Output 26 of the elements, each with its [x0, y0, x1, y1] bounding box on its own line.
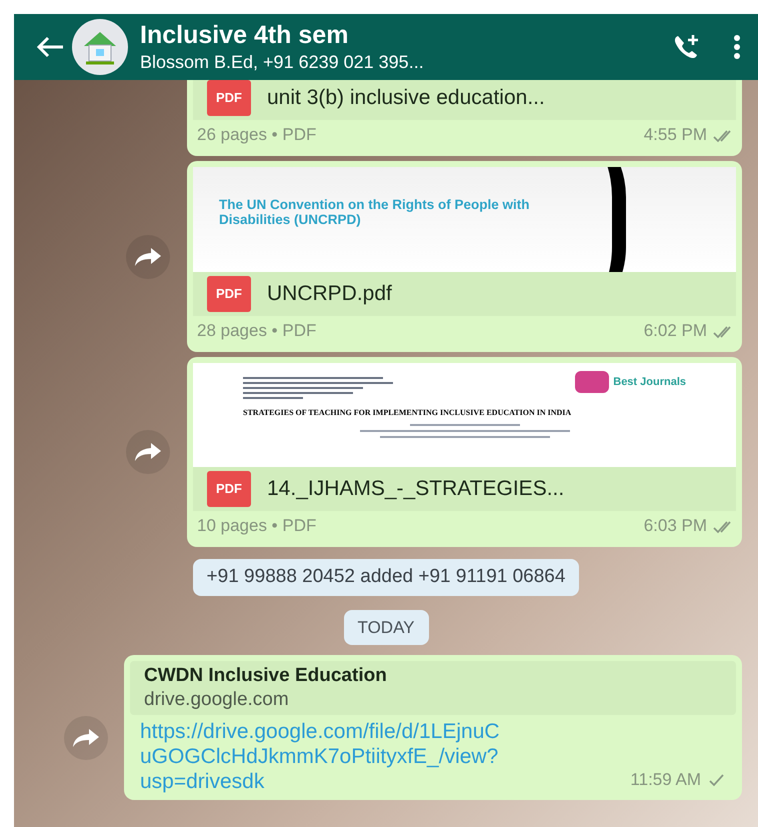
- slide-heading: The UN Convention on the Rights of People with Disabilities (UNCRPD): [219, 197, 530, 227]
- forward-icon[interactable]: [126, 234, 170, 278]
- file-name[interactable]: 14._IJHAMS_-_STRATEGIES...: [267, 473, 564, 505]
- file-type-badge: PDF: [207, 471, 251, 507]
- chat-members: Blossom B.Ed, +91 6239 021 395...: [140, 51, 425, 74]
- file-type-badge: PDF: [207, 80, 251, 116]
- text-line: [243, 397, 303, 399]
- file-info: 10 pages • PDF: [197, 515, 316, 538]
- file-info: 28 pages • PDF: [197, 320, 316, 342]
- logo-text: Best Journals: [613, 374, 686, 390]
- message-time: 6:02 PM: [644, 320, 707, 342]
- link-domain: drive.google.com: [144, 688, 290, 712]
- file-name[interactable]: unit 3(b) inclusive education...: [267, 82, 545, 114]
- system-notice: +91 99888 20452 added +91 91191 06864: [192, 559, 580, 596]
- journal-logo-icon: [575, 371, 610, 393]
- message-time: 6:03 PM: [644, 515, 707, 538]
- file-type-badge: PDF: [207, 276, 251, 312]
- message-time: 4:55 PM: [644, 124, 707, 146]
- message-time: 11:59 AM: [630, 768, 701, 790]
- paper-title: STRATEGIES OF TEACHING FOR IMPLEMENTING INCLUSIVE EDUCATION IN INDIA: [243, 407, 572, 419]
- link-preview-title: CWDN Inclusive Education: [144, 664, 388, 688]
- forward-icon[interactable]: [64, 716, 108, 760]
- file-info: 26 pages • PDF: [197, 124, 316, 146]
- chat-title: Inclusive 4th sem: [140, 20, 350, 50]
- file-name[interactable]: UNCRPD.pdf: [267, 278, 392, 310]
- forward-icon[interactable]: [126, 430, 170, 474]
